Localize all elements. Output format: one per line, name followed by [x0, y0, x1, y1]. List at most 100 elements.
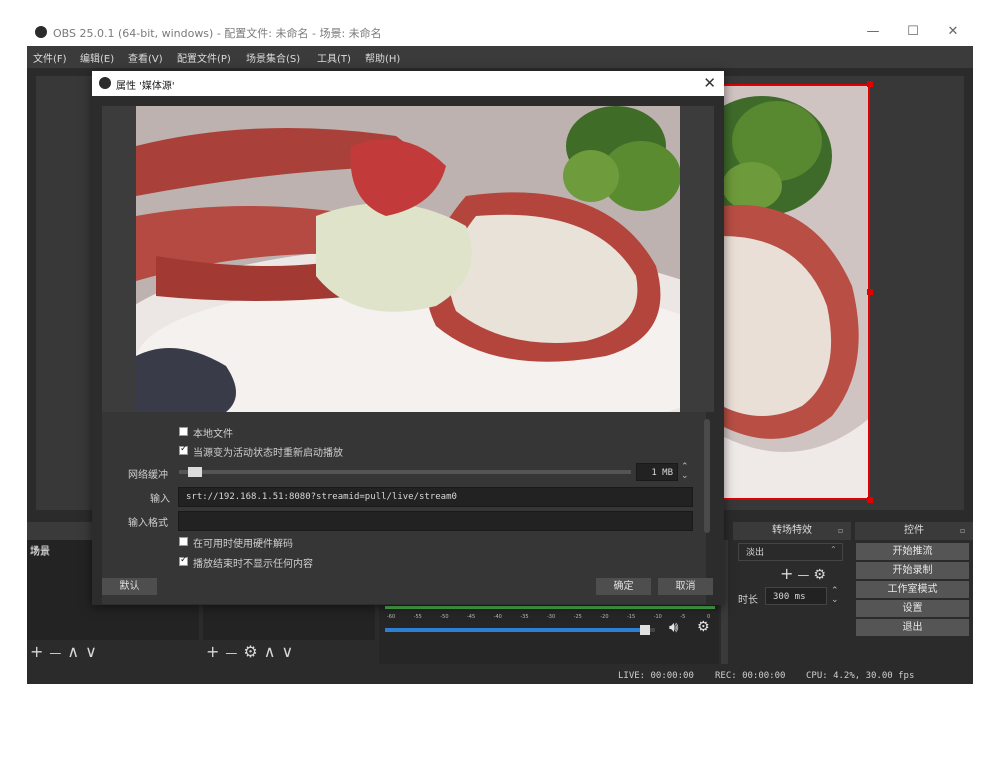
input-label: 输入	[150, 494, 170, 505]
hide-on-end-label: 播放结束时不显示任何内容	[193, 559, 313, 570]
window-title: OBS 25.0.1 (64-bit, windows) - 配置文件: 未命名…	[53, 27, 382, 40]
controls-float-icon[interactable]: ▫	[960, 526, 965, 535]
transition-gear-icon[interactable]: ⚙	[813, 567, 830, 583]
dialog-close-button[interactable]: ✕	[703, 74, 716, 92]
menu-file[interactable]: 文件(F)	[33, 50, 67, 65]
window-titlebar: OBS 25.0.1 (64-bit, windows) - 配置文件: 未命名…	[27, 18, 973, 46]
hide-on-end-checkbox[interactable]	[179, 555, 188, 566]
add-scene-button[interactable]: +	[30, 642, 49, 661]
start-streaming-button[interactable]: 开始推流	[856, 543, 969, 560]
remove-transition-button[interactable]: —	[797, 568, 813, 582]
meter-tick-label: -50	[440, 614, 448, 620]
meter-tick-label: -55	[414, 614, 422, 620]
lobster-photo	[136, 106, 680, 412]
dialog-preview-image	[136, 106, 680, 412]
move-scene-down-button[interactable]: ∨	[85, 642, 103, 661]
meter-tick-label: -15	[627, 614, 635, 620]
menu-profile[interactable]: 配置文件(P)	[177, 50, 231, 65]
restart-on-activate-label: 当源变为活动状态时重新启动播放	[193, 448, 343, 459]
live-timer: LIVE: 00:00:00	[618, 671, 694, 681]
properties-form	[102, 412, 706, 604]
meter-scale: -60 -55 -50 -45 -40 -35 -30 -25 -20 -15 -10 -5 0	[387, 614, 710, 620]
chevron-updown-icon[interactable]: ⌃	[830, 545, 837, 554]
network-buffer-slider[interactable]	[179, 467, 631, 477]
remove-source-button[interactable]: —	[225, 646, 243, 660]
menu-edit[interactable]: 编辑(E)	[80, 50, 114, 65]
menu-view[interactable]: 查看(V)	[128, 50, 163, 65]
close-window-button[interactable]: ✕	[933, 20, 973, 44]
meter-tick-label: -30	[547, 614, 555, 620]
network-buffer-label: 网络缓冲	[128, 470, 168, 481]
source-settings-gear-icon[interactable]: ⚙	[243, 642, 263, 661]
cpu-fps-readout: CPU: 4.2%, 30.00 fps	[806, 671, 915, 681]
network-buffer-value-text: 1 MB	[651, 468, 673, 478]
input-format-label: 输入格式	[128, 518, 168, 529]
scenes-toolbar: +—∧∨	[30, 642, 103, 661]
transitions-float-icon[interactable]: ▫	[838, 526, 843, 535]
move-scene-up-button[interactable]: ∧	[67, 642, 85, 661]
hardware-decode-label: 在可用时使用硬件解码	[193, 539, 293, 550]
maximize-button[interactable]: ☐	[893, 20, 933, 44]
network-buffer-handle[interactable]	[188, 467, 203, 477]
scenes-label-visible: 场景	[30, 547, 50, 558]
cancel-button[interactable]: 取消	[658, 578, 713, 595]
volume-slider-fill	[385, 628, 650, 632]
settings-button[interactable]: 设置	[856, 600, 969, 617]
meter-tick-label: -5	[680, 614, 685, 620]
local-file-label: 本地文件	[193, 429, 233, 440]
preview-photo-image	[722, 86, 868, 498]
duration-label: 时长	[738, 595, 758, 606]
menu-scene-collection[interactable]: 场景集合(S)	[246, 50, 300, 65]
resize-handle-bottom-right[interactable]	[867, 497, 873, 503]
dialog-titlebar: 属性 '媒体源' ✕	[92, 71, 724, 96]
volume-slider-handle[interactable]	[639, 625, 650, 635]
input-format-field[interactable]	[178, 511, 693, 531]
add-transition-button[interactable]: +	[780, 564, 797, 583]
controls-dock-header: 控件	[855, 522, 973, 540]
volume-slider-track[interactable]	[385, 625, 655, 635]
duration-spinner-icon[interactable]: ⌃ ⌄	[831, 587, 839, 605]
move-source-up-button[interactable]: ∧	[264, 642, 282, 661]
resize-handle-right[interactable]	[867, 289, 873, 295]
resize-handle-top-right[interactable]	[867, 81, 873, 87]
add-source-button[interactable]: +	[206, 642, 225, 661]
ok-button[interactable]: 确定	[596, 578, 651, 595]
duration-value: 300 ms	[773, 592, 806, 602]
controls-title: 控件	[904, 525, 924, 536]
rec-timer: REC: 00:00:00	[715, 671, 786, 681]
sources-list[interactable]	[203, 604, 375, 640]
buffer-spinner-icon[interactable]: ⌃ ⌄	[681, 463, 689, 481]
move-source-down-button[interactable]: ∨	[281, 642, 299, 661]
transition-select[interactable]: 淡出	[738, 543, 843, 561]
menu-bar: 文件(F) 编辑(E) 查看(V) 配置文件(P) 场景集合(S) 工具(T) …	[27, 46, 973, 68]
hardware-decode-checkbox[interactable]	[179, 537, 188, 546]
status-bar: LIVE: 00:00:00 REC: 00:00:00 CPU: 4.2%, …	[27, 668, 973, 684]
meter-tick-label: -10	[654, 614, 662, 620]
defaults-button[interactable]: 默认	[102, 578, 157, 595]
studio-mode-button[interactable]: 工作室模式	[856, 581, 969, 598]
meter-tick-label: -25	[574, 614, 582, 620]
form-scrollbar[interactable]	[704, 419, 710, 533]
restart-on-activate-checkbox[interactable]	[179, 444, 188, 455]
audio-mixer: -60 -55 -50 -45 -40 -35 -30 -25 -20 -15 -10 -5 0 🔊︎ …	[379, 604, 719, 664]
network-buffer-value[interactable]: 1 MB	[636, 463, 678, 481]
input-url-field[interactable]: srt://192.168.1.51:8080?streamid=pull/li…	[178, 487, 693, 507]
start-recording-button[interactable]: 开始录制	[856, 562, 969, 579]
meter-tick-label: -45	[467, 614, 475, 620]
exit-button[interactable]: 退出	[856, 619, 969, 636]
meter-tick-label: -40	[494, 614, 502, 620]
remove-scene-button[interactable]: —	[49, 646, 67, 660]
speaker-icon[interactable]: 🔊︎	[669, 618, 678, 636]
local-file-checkbox[interactable]	[179, 427, 188, 436]
duration-input[interactable]: 300 ms	[765, 587, 827, 605]
mixer-gear-icon[interactable]: ⚙	[697, 619, 710, 635]
transition-toolbar: +—⚙	[780, 564, 830, 583]
audio-meter-bar	[385, 606, 715, 609]
menu-tools[interactable]: 工具(T)	[317, 50, 351, 65]
menu-help[interactable]: 帮助(H)	[365, 50, 400, 65]
sources-toolbar: +—⚙∧∨	[206, 642, 299, 661]
input-url-value: srt://192.168.1.51:8080?streamid=pull/li…	[186, 492, 457, 502]
preview-source-selection[interactable]	[720, 84, 870, 500]
meter-tick-label: -60	[387, 614, 395, 620]
minimize-button[interactable]: —	[853, 20, 893, 44]
